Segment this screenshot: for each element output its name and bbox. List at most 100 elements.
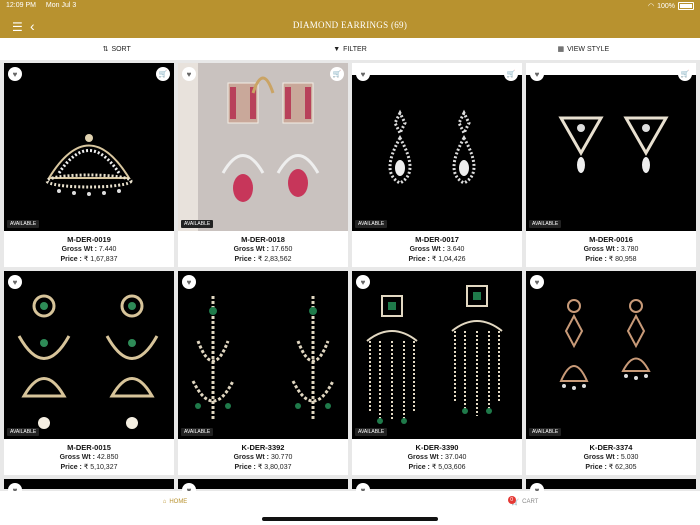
product-code: M-DER-0015 [67,443,111,452]
status-right: ◠ 100% [648,2,694,10]
sort-button[interactable]: ⇅ SORT [0,38,233,60]
product-code: M-DER-0016 [589,235,633,244]
product-image[interactable]: ♥ 🛒 AVAILABLE [526,63,696,231]
product-code: M-DER-0018 [241,235,285,244]
price: Price : ₹ 80,958 [526,255,696,263]
product-card-partial[interactable]: ♥ [526,479,696,497]
wifi-icon: ◠ [647,3,655,10]
wishlist-heart-icon[interactable]: ♥ [8,67,22,81]
product-image[interactable]: ♥ 🛒 AVAILABLE [178,63,348,231]
price-label: Price : [60,256,82,263]
status-bar: 12:09 PM Mon Jul 3 [6,2,84,9]
product-code: M-DER-0017 [415,235,459,244]
wishlist-heart-icon[interactable]: ♥ [182,275,196,289]
product-code: K-DER-3392 [241,443,285,452]
product-code: K-DER-3374 [589,443,633,452]
gross-label: Gross Wt : [233,246,269,253]
wishlist-heart-icon[interactable]: ♥ [182,67,196,81]
drop-earrings-image [559,299,651,390]
price: Price : ₹ 2,83,562 [178,255,348,263]
price: Price : ₹ 1,04,426 [352,255,522,263]
wishlist-heart-icon[interactable]: ♥ [530,275,544,289]
wishlist-heart-icon[interactable]: ♥ [8,275,22,289]
add-to-cart-icon[interactable]: 🛒 [330,67,344,81]
product-image[interactable]: ♥ 🛒 AVAILABLE [4,63,174,231]
price-value: ₹ 5,03,606 [431,464,466,471]
availability-badge: AVAILABLE [181,428,214,436]
status-time: 12:09 PM [6,2,36,9]
product-card[interactable]: ♥ 🛒 AVAILABLE M-DER-0017 Gross Wt : 3.64… [352,63,522,267]
price-label: Price : [408,256,430,263]
gross-value: 7.440 [98,246,117,253]
price: Price : ₹ 62,305 [526,463,696,471]
product-image[interactable]: ♥ AVAILABLE [4,271,174,439]
price-label: Price : [408,464,430,471]
availability-badge: AVAILABLE [355,428,388,436]
chandelier-earrings-image [366,285,503,424]
product-image[interactable]: ♥ AVAILABLE [352,271,522,439]
price: Price : ₹ 3,80,037 [178,463,348,471]
availability-badge: AVAILABLE [7,428,40,436]
add-to-cart-icon[interactable]: 🛒 [504,67,518,81]
price-label: Price : [234,464,256,471]
gross-weight: Gross Wt : 37.040 [352,454,522,461]
filter-icon: ▼ [333,45,341,53]
ruby-jhumka-earrings-image [178,63,320,231]
view-style-button[interactable]: ▦ VIEW STYLE [467,38,700,60]
battery-percent: 100% [657,2,675,10]
availability-badge: AVAILABLE [529,428,562,436]
cart-count-badge: 0 [507,496,516,504]
product-card[interactable]: ♥ AVAILABLE K-DER-3390 Gross Wt : 37.040… [352,271,522,475]
add-to-cart-icon[interactable]: 🛒 [156,67,170,81]
price-value: ₹ 80,958 [608,256,637,263]
gross-label: Gross Wt : [233,454,269,461]
gross-weight: Gross Wt : 17.650 [178,246,348,253]
price-value: ₹ 3,80,037 [257,464,292,471]
product-card[interactable]: ♥ 🛒 AVAILABLE M-DER-0019 Gross Wt : 7.44… [4,63,174,267]
gross-value: 17.650 [270,246,293,253]
grid-icon: ▦ [557,46,565,53]
price-value: ₹ 62,305 [608,464,637,471]
product-card[interactable]: ♥ 🛒 AVAILABLE M-DER-0016 Gross Wt : 3.78… [526,63,696,267]
gross-weight: Gross Wt : 42.850 [4,454,174,461]
battery-icon [678,2,694,10]
product-card[interactable]: ♥ AVAILABLE K-DER-3374 Gross Wt : 5.030 … [526,271,696,475]
wishlist-heart-icon[interactable]: ♥ [356,67,370,81]
gross-label: Gross Wt : [407,454,443,461]
price: Price : ₹ 5,10,327 [4,463,174,471]
filter-button[interactable]: ▼ FILTER [233,38,466,60]
price-label: Price : [234,256,256,263]
add-to-cart-icon[interactable]: 🛒 [678,67,692,81]
product-card-partial[interactable]: ♥ [178,479,348,497]
cart-icon: 🛒 0 [507,496,519,506]
product-card[interactable]: ♥ AVAILABLE K-DER-3392 Gross Wt : 30.770… [178,271,348,475]
product-image[interactable]: ♥ AVAILABLE [526,271,696,439]
product-grid: ♥ 🛒 AVAILABLE M-DER-0019 Gross Wt : 7.44… [4,63,696,497]
gross-value: 30.770 [270,454,293,461]
toolbar: ⇅ SORT ▼ FILTER ▦ VIEW STYLE [0,38,700,60]
wishlist-heart-icon[interactable]: ♥ [530,67,544,81]
price-value: ₹ 1,04,426 [431,256,466,263]
product-image[interactable]: ♥ AVAILABLE [178,271,348,439]
home-icon: ⌂ [162,499,167,505]
price-value: ₹ 1,67,837 [83,256,118,263]
gross-value: 3.640 [446,246,465,253]
product-image [4,479,174,489]
gross-weight: Gross Wt : 3.780 [526,246,696,253]
page-title: DIAMOND EARRINGS (69) [292,20,408,30]
teardrop-earrings-image [352,63,522,185]
filter-label: FILTER [343,45,367,53]
availability-badge: AVAILABLE [7,220,40,228]
product-card[interactable]: ♥ 🛒 AVAILABLE M-DER-0018 Gross Wt : 17.6… [178,63,348,267]
gross-label: Gross Wt : [583,246,619,253]
wishlist-heart-icon[interactable]: ♥ [356,275,370,289]
product-code: K-DER-3390 [415,443,459,452]
product-card-partial[interactable]: ♥ [352,479,522,497]
product-card-partial[interactable]: ♥ [4,479,174,497]
product-card[interactable]: ♥ AVAILABLE M-DER-0015 Gross Wt : 42.850… [4,271,174,475]
cart-label: CART [522,499,539,505]
product-image[interactable]: ♥ 🛒 AVAILABLE [352,63,522,231]
sort-icon: ⇅ [102,46,109,53]
home-indicator [262,517,438,521]
price-label: Price : [585,464,607,471]
